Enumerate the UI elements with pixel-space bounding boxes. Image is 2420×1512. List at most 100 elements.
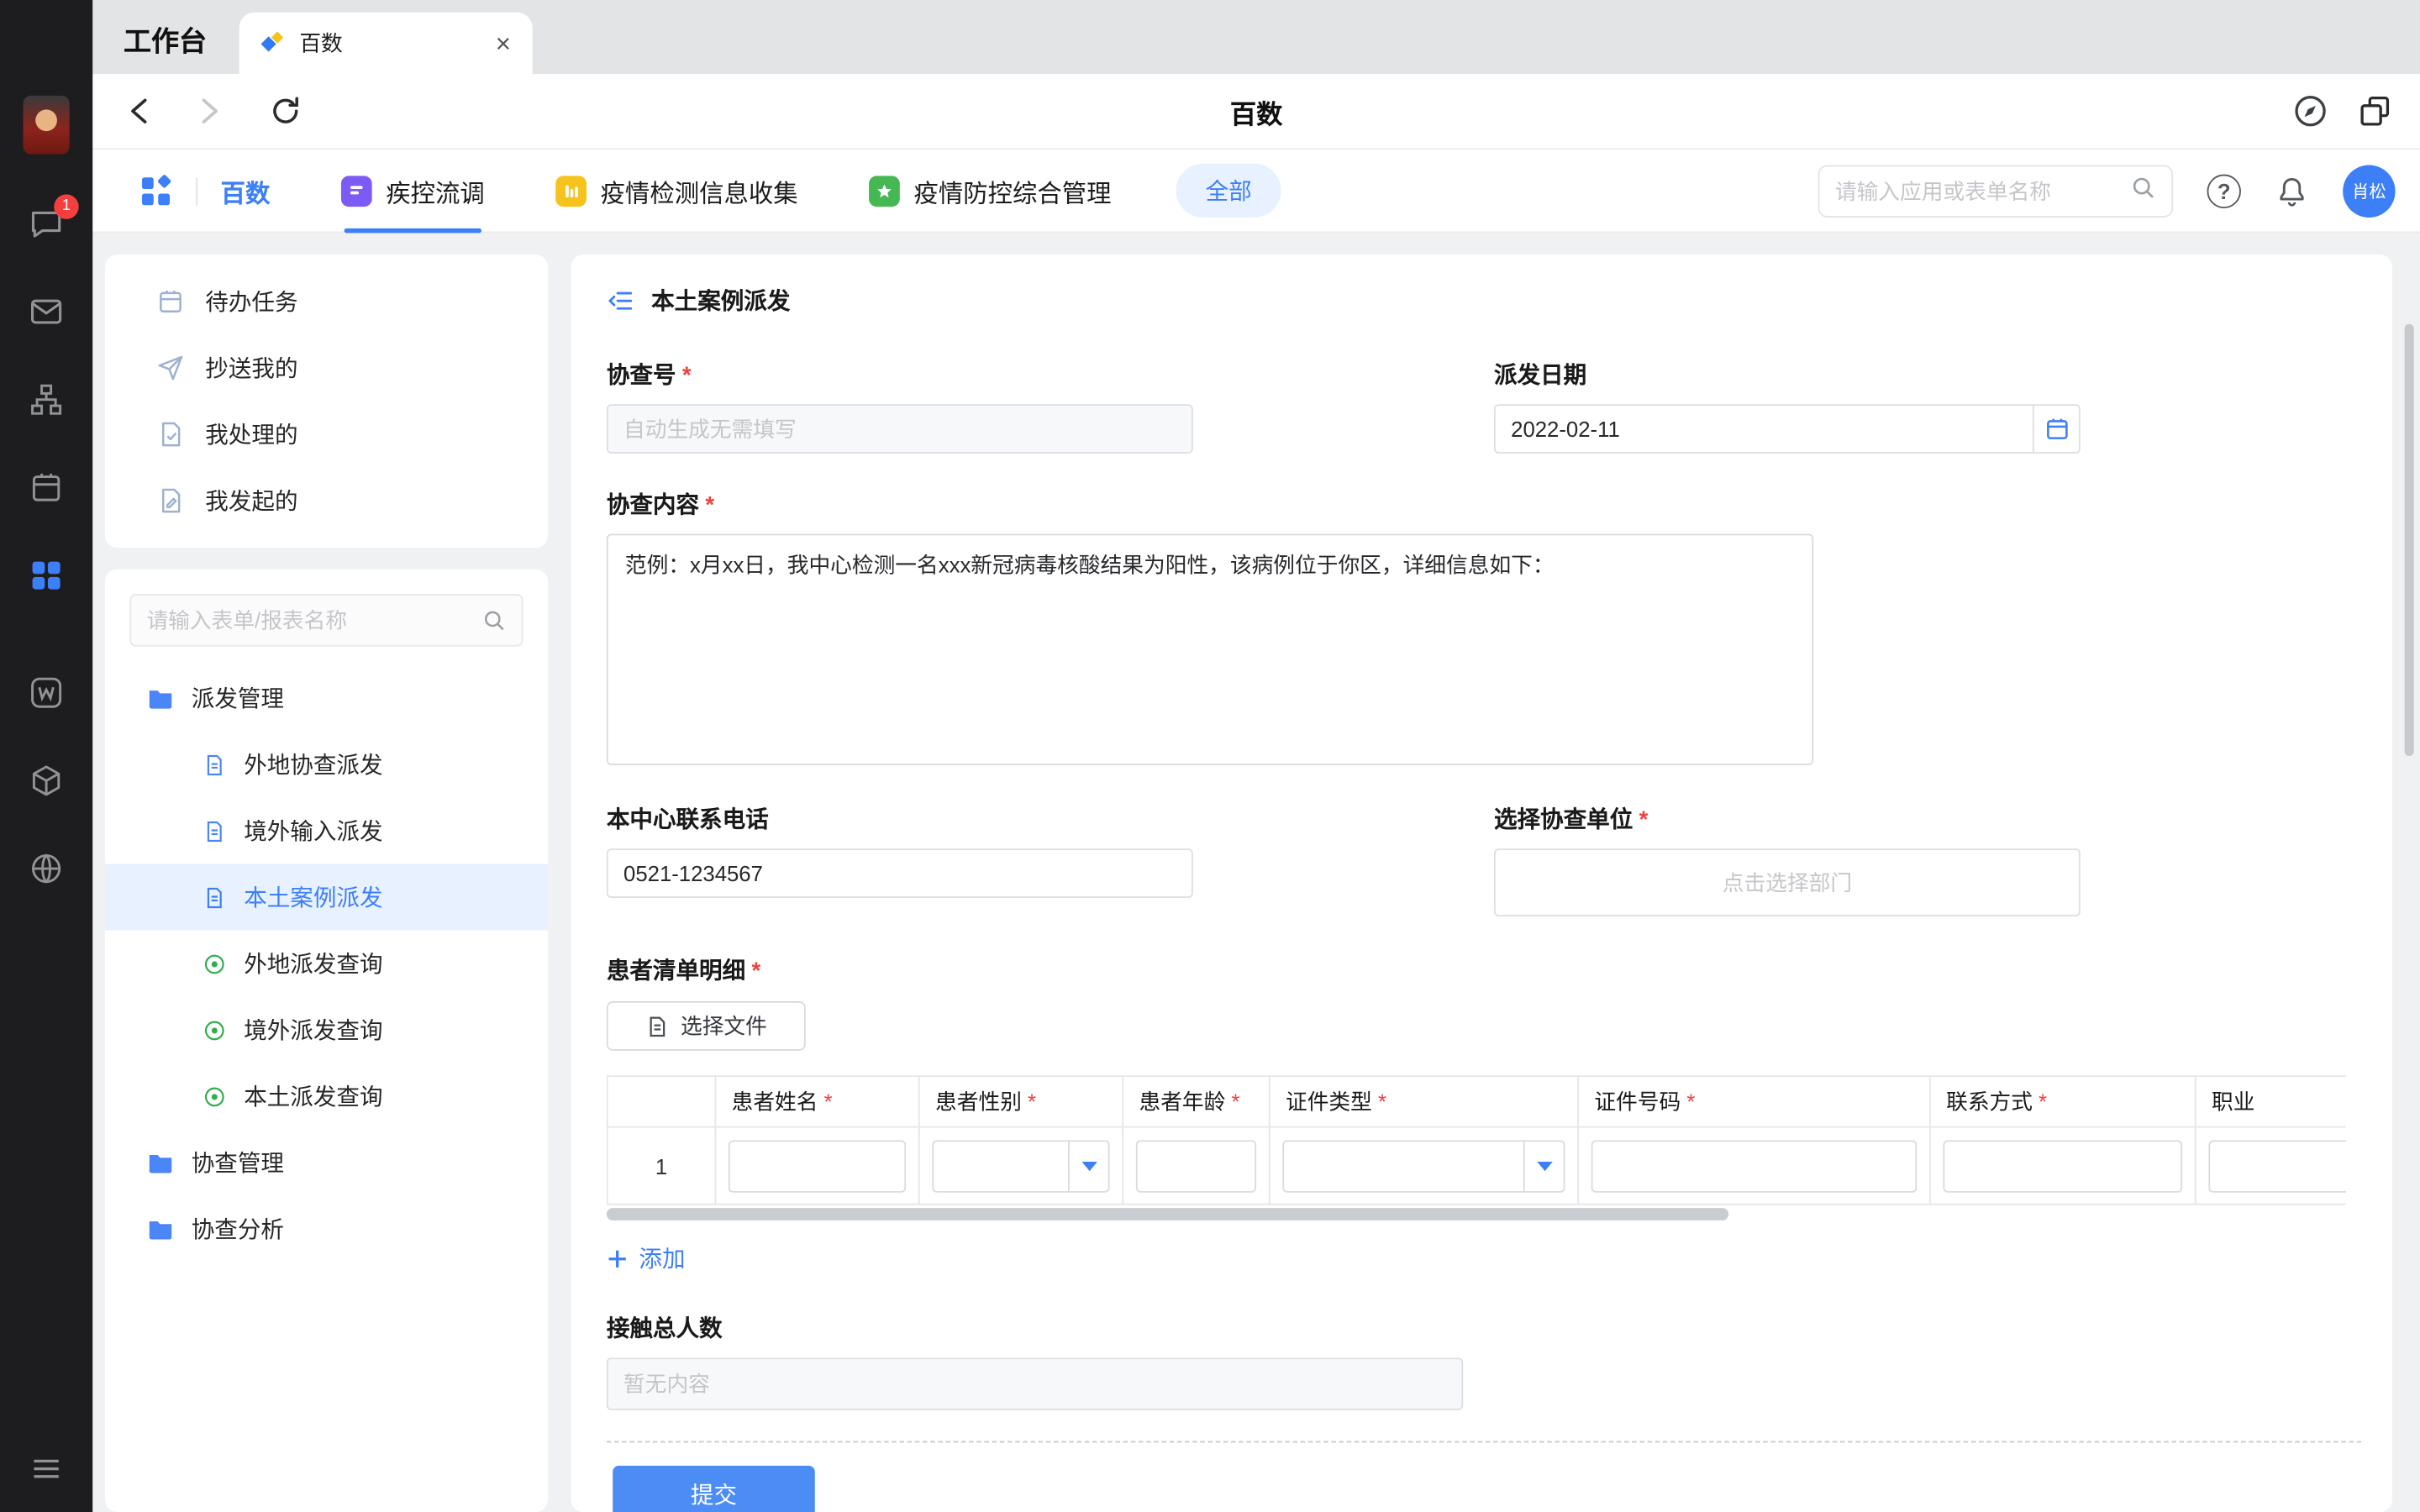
add-row-button[interactable]: 添加 bbox=[607, 1242, 686, 1275]
folder-icon bbox=[146, 1215, 174, 1242]
tab-yiqing-fangkong[interactable]: 疫情防控综合管理 bbox=[869, 149, 1111, 232]
schedule-icon[interactable] bbox=[28, 469, 65, 506]
explore-icon[interactable] bbox=[2291, 91, 2331, 131]
sidebar-item-todo[interactable]: 待办任务 bbox=[105, 269, 548, 335]
table-horizontal-scrollbar[interactable] bbox=[607, 1208, 2346, 1221]
tree-item-jingwai-chaxun[interactable]: 境外派发查询 bbox=[105, 997, 548, 1063]
tree-item-waidi-chaxun[interactable]: 外地派发查询 bbox=[105, 931, 548, 997]
app-search-input[interactable] bbox=[1835, 178, 2130, 202]
tab-label: 疾控流调 bbox=[386, 172, 485, 209]
apps-grid-icon[interactable] bbox=[139, 174, 172, 207]
notification-bell-icon[interactable] bbox=[2275, 174, 2308, 207]
forward-icon[interactable] bbox=[188, 91, 229, 131]
calendar-icon[interactable] bbox=[2033, 406, 2079, 452]
select-file-button[interactable]: 选择文件 bbox=[607, 1001, 806, 1051]
form-search-input[interactable] bbox=[146, 608, 472, 633]
docs-app-icon[interactable] bbox=[28, 675, 65, 711]
required-mark: * bbox=[705, 492, 714, 518]
submit-button[interactable]: 提交 bbox=[613, 1466, 815, 1512]
assist-unit-picker[interactable] bbox=[1494, 848, 2081, 916]
form-panel: 本土案例派发 协查号* 派发日期 bbox=[571, 255, 2392, 1512]
contact-cell[interactable] bbox=[1943, 1139, 2182, 1191]
refresh-icon[interactable] bbox=[266, 91, 306, 131]
jikong-app-icon bbox=[341, 175, 372, 206]
tree-label: 本土案例派发 bbox=[244, 881, 382, 914]
app-tab-baishu[interactable]: 百数 × bbox=[239, 13, 533, 74]
sidebar-item-cc-to-me[interactable]: 抄送我的 bbox=[105, 335, 548, 402]
menu-label: 待办任务 bbox=[205, 286, 297, 318]
id-type-input[interactable] bbox=[1297, 1153, 1523, 1178]
back-icon[interactable] bbox=[120, 91, 160, 131]
assist-content-textarea[interactable]: 范例：x月xx日，我中心检测一名xxx新冠病毒核酸结果为阳性，该病例位于你区，详… bbox=[607, 534, 1813, 766]
services-app-icon[interactable] bbox=[28, 850, 65, 887]
mail-icon[interactable] bbox=[28, 293, 65, 330]
tree-folder-paifa[interactable]: 派发管理 bbox=[105, 665, 548, 732]
occupation-cell[interactable] bbox=[2208, 1139, 2345, 1191]
app-tab-label: 百数 bbox=[299, 28, 342, 59]
patient-gender-cell[interactable] bbox=[932, 1139, 1109, 1191]
menu-label: 我发起的 bbox=[205, 485, 297, 517]
patient-name-input[interactable] bbox=[742, 1153, 904, 1178]
chevron-down-icon[interactable] bbox=[1523, 1141, 1564, 1190]
user-avatar[interactable]: 肖松 bbox=[2343, 165, 2395, 217]
tree-item-bentu-chaxun[interactable]: 本土派发查询 bbox=[105, 1063, 548, 1130]
collapse-sidebar-icon[interactable] bbox=[607, 286, 634, 314]
patient-age-input[interactable] bbox=[1150, 1153, 1255, 1178]
query-report-icon bbox=[203, 951, 227, 975]
help-glyph: ? bbox=[2217, 178, 2231, 202]
user-avatar-photo[interactable] bbox=[24, 96, 70, 155]
tree-item-waidi-xiecha[interactable]: 外地协查派发 bbox=[105, 732, 548, 798]
chat-badge: 1 bbox=[54, 194, 78, 218]
id-number-cell[interactable] bbox=[1591, 1139, 1918, 1191]
field-label-assist-no: 协查号 bbox=[607, 358, 676, 391]
center-phone-field[interactable] bbox=[607, 848, 1193, 898]
tree-label: 外地协查派发 bbox=[244, 748, 382, 781]
main-content: 待办任务 抄送我的 我处理的 我发起的 bbox=[92, 233, 2420, 1512]
assist-unit-input[interactable] bbox=[1511, 870, 2064, 895]
close-icon[interactable]: × bbox=[496, 30, 511, 56]
org-chart-icon[interactable] bbox=[28, 381, 65, 418]
chevron-down-icon[interactable] bbox=[1068, 1141, 1108, 1190]
chat-icon[interactable]: 1 bbox=[28, 205, 65, 242]
id-number-input[interactable] bbox=[1605, 1153, 1915, 1178]
col-patient-gender: 患者性别 * bbox=[919, 1076, 1123, 1127]
tree-item-jingwai-shuru[interactable]: 境外输入派发 bbox=[105, 798, 548, 864]
col-id-number: 证件号码 * bbox=[1578, 1076, 1930, 1127]
tree-folder-xiecha-fenxi[interactable]: 协查分析 bbox=[105, 1195, 548, 1262]
tab-yiqing-jiance[interactable]: 疫情检测信息收集 bbox=[555, 149, 797, 232]
patient-age-cell[interactable] bbox=[1136, 1139, 1256, 1191]
patient-gender-input[interactable] bbox=[946, 1153, 1068, 1178]
file-icon bbox=[645, 1015, 669, 1038]
home-nav-baishu[interactable]: 百数 bbox=[221, 172, 271, 209]
field-label-center-phone: 本中心联系电话 bbox=[607, 802, 769, 835]
dispatch-date-input[interactable] bbox=[1511, 417, 2033, 441]
tab-jikong-liudiao[interactable]: 疾控流调 bbox=[341, 149, 485, 232]
jiance-app-icon bbox=[555, 175, 587, 206]
col-id-type: 证件类型 * bbox=[1270, 1076, 1578, 1127]
more-menu-icon[interactable] bbox=[28, 1451, 65, 1488]
form-doc-icon bbox=[203, 885, 227, 909]
drive-app-icon[interactable] bbox=[28, 762, 65, 799]
id-type-cell[interactable] bbox=[1282, 1139, 1565, 1191]
sidebar-item-processed[interactable]: 我处理的 bbox=[105, 402, 548, 468]
contact-input[interactable] bbox=[1957, 1153, 2181, 1178]
row-index: 1 bbox=[608, 1127, 716, 1205]
sidebar-item-initiated[interactable]: 我发起的 bbox=[105, 468, 548, 534]
dispatch-date-field[interactable] bbox=[1494, 404, 2081, 454]
patient-name-cell[interactable] bbox=[729, 1139, 906, 1191]
tree-folder-xiecha-guanli[interactable]: 协查管理 bbox=[105, 1129, 548, 1195]
help-icon[interactable]: ? bbox=[2207, 174, 2241, 207]
app-search[interactable] bbox=[1818, 165, 2173, 217]
tree-item-bentu-anli-selected[interactable]: 本土案例派发 bbox=[105, 864, 548, 931]
windows-icon[interactable] bbox=[2355, 91, 2396, 131]
occupation-input[interactable] bbox=[2223, 1153, 2346, 1178]
form-search[interactable] bbox=[129, 594, 523, 646]
field-label-patient-list: 患者清单明细 bbox=[607, 953, 745, 986]
page-title: 百数 bbox=[92, 92, 2420, 130]
workbench-icon[interactable] bbox=[28, 557, 65, 594]
col-occupation: 职业 bbox=[2196, 1076, 2346, 1127]
all-apps-pill[interactable]: 全部 bbox=[1176, 164, 1281, 218]
center-phone-input[interactable] bbox=[623, 861, 1176, 885]
left-sidebar: 待办任务 抄送我的 我处理的 我发起的 bbox=[105, 255, 548, 1512]
page-vertical-scrollbar[interactable] bbox=[2405, 324, 2414, 756]
